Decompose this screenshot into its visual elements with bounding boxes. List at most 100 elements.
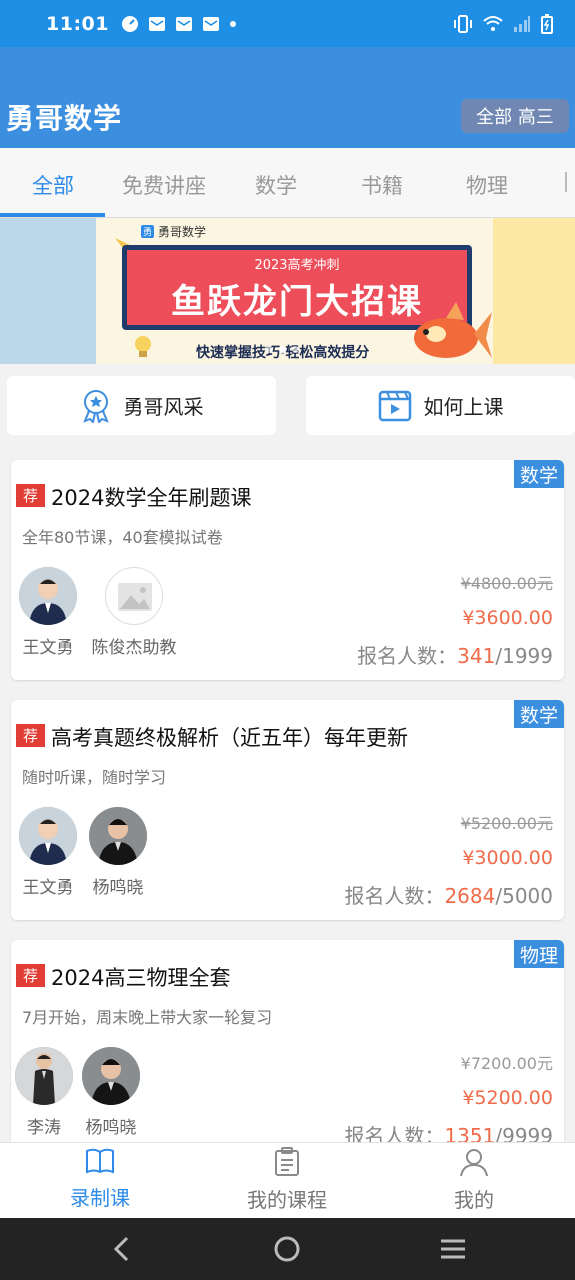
sale-price: ¥3000.00 (462, 847, 553, 869)
enroll-label: 报名人数： (357, 644, 458, 668)
avatar (19, 567, 77, 625)
enroll-label: 报名人数： (344, 884, 445, 908)
nav-label: 我的课程 (247, 1188, 327, 1212)
quick-link-label: 勇哥风采 (123, 395, 204, 419)
original-price: ¥4800.00元 (460, 574, 553, 593)
speed-icon (121, 15, 138, 32)
teacher-photo (89, 807, 147, 865)
nav-profile[interactable]: 我的 (414, 1147, 534, 1213)
teacher-photo (19, 807, 77, 865)
tab-physics[interactable]: 物理 (466, 170, 508, 200)
open-book-icon (86, 1148, 114, 1174)
mail-icon (148, 16, 165, 31)
tabs-scroll-hint (565, 172, 575, 192)
enrolled-number: 341 (457, 644, 496, 668)
brand-logo-icon: 勇 (141, 225, 154, 238)
home-icon[interactable] (273, 1235, 301, 1263)
bottom-navigation: 录制课 我的课程 我的 (0, 1142, 575, 1218)
clipboard-icon (275, 1147, 299, 1176)
teacher[interactable]: 王文勇 (11, 567, 93, 658)
course-title: 2024高三物理全套 (51, 966, 231, 990)
nav-label: 我的 (454, 1188, 494, 1212)
pagination-dot-active (279, 346, 286, 353)
vibrate-icon (454, 14, 472, 33)
teacher[interactable]: 杨鸣晓 (66, 1047, 156, 1138)
dot-icon (229, 20, 236, 27)
original-price: ¥7200.00元 (460, 1054, 553, 1073)
nav-recorded-courses[interactable]: 录制课 (40, 1147, 160, 1211)
banner-pagination (266, 346, 299, 353)
lightbulb-icon (135, 336, 151, 357)
banner-brand-text: 勇哥数学 (158, 225, 207, 239)
teacher[interactable]: 陈俊杰助教 (89, 567, 179, 658)
tab-indicator (0, 213, 105, 217)
banner-brand: 勇 勇哥数学 (141, 223, 206, 240)
image-placeholder-icon (118, 583, 152, 611)
recommend-tag: 荐 (16, 964, 45, 987)
signal-icon (514, 15, 530, 32)
subject-badge: 物理 (513, 940, 564, 968)
banner-subtitle: 2023高考冲刺 (254, 258, 340, 273)
course-card[interactable]: 数学 荐 2024数学全年刷题课 全年80节课，40套模拟试卷 王文勇 陈俊杰助… (11, 460, 564, 680)
banner-sun-bg (493, 218, 575, 364)
sale-price: ¥3600.00 (462, 607, 553, 629)
avatar (89, 807, 147, 865)
course-card[interactable]: 物理 荐 2024高三物理全套 7月开始，周末晚上带大家一轮复习 李涛 杨鸣晓 … (11, 940, 564, 1160)
recommend-tag: 荐 (16, 724, 45, 747)
tab-books[interactable]: 书籍 (361, 170, 403, 200)
course-description: 7月开始，周末晚上带大家一轮复习 (22, 1008, 273, 1027)
course-description: 随时听课，随时学习 (22, 768, 167, 787)
award-ribbon-icon (82, 389, 109, 423)
app-title: 勇哥数学 (6, 102, 123, 135)
sale-price: ¥5200.00 (462, 1087, 553, 1109)
promo-banner[interactable]: 勇 勇哥数学 2023高考冲刺 鱼跃龙门大招课 快速掌握技巧·轻松高效提分 (0, 218, 575, 364)
wifi-icon (483, 15, 503, 31)
nav-label: 录制课 (70, 1186, 130, 1210)
pagination-dot (266, 346, 273, 353)
enrollment-count: 报名人数：2684/5000 (344, 880, 553, 909)
avatar (15, 1047, 73, 1105)
teacher-name: 杨鸣晓 (85, 1118, 137, 1138)
subject-badge: 数学 (513, 700, 564, 728)
grade-filter-button[interactable]: 全部 高三 (461, 99, 569, 133)
tab-free-lectures[interactable]: 免费讲座 (122, 170, 206, 200)
system-navigation-bar (0, 1218, 575, 1280)
banner-cloud-bg (0, 218, 100, 364)
quick-link-yongge-style[interactable]: 勇哥风采 (7, 376, 276, 435)
enroll-capacity: /5000 (495, 884, 553, 908)
koi-fish-icon (414, 302, 492, 358)
teacher-name: 杨鸣晓 (92, 878, 144, 898)
back-icon[interactable] (110, 1236, 134, 1262)
course-title: 2024数学全年刷题课 (51, 486, 252, 510)
video-play-icon (378, 390, 411, 421)
enrollment-count: 报名人数：341/1999 (357, 640, 553, 669)
course-description: 全年80节课，40套模拟试卷 (22, 528, 223, 547)
recommend-tag: 荐 (16, 484, 45, 507)
quick-link-how-to-attend[interactable]: 如何上课 (306, 376, 575, 435)
nav-my-courses[interactable]: 我的课程 (227, 1147, 347, 1213)
teacher-name: 陈俊杰助教 (91, 638, 177, 658)
app-bar: 勇哥数学 全部 高三 (0, 47, 575, 148)
tab-all[interactable]: 全部 (32, 170, 74, 200)
mail-icon (202, 16, 219, 31)
enrolled-number: 2684 (444, 884, 496, 908)
original-price: ¥5200.00元 (460, 814, 553, 833)
status-time: 11:01 (46, 12, 109, 35)
avatar-placeholder (105, 567, 163, 625)
teacher-photo (19, 567, 77, 625)
enroll-capacity: /1999 (495, 644, 553, 668)
recents-menu-icon[interactable] (439, 1238, 467, 1260)
subject-badge: 数学 (513, 460, 564, 488)
user-icon (460, 1149, 488, 1177)
course-card[interactable]: 数学 荐 高考真题终极解析（近五年）每年更新 随时听课，随时学习 王文勇 杨鸣晓… (11, 700, 564, 920)
notification-icons (121, 15, 237, 33)
teacher-photo (15, 1047, 73, 1105)
teacher-name: 王文勇 (22, 638, 74, 658)
teacher[interactable]: 杨鸣晓 (73, 807, 163, 898)
battery-icon (541, 13, 553, 34)
mail-icon (175, 16, 192, 31)
system-icons (453, 13, 553, 34)
course-title: 高考真题终极解析（近五年）每年更新 (51, 726, 408, 750)
tab-math[interactable]: 数学 (255, 170, 297, 200)
category-tabs: 全部 免费讲座 数学 书籍 物理 (0, 148, 575, 218)
